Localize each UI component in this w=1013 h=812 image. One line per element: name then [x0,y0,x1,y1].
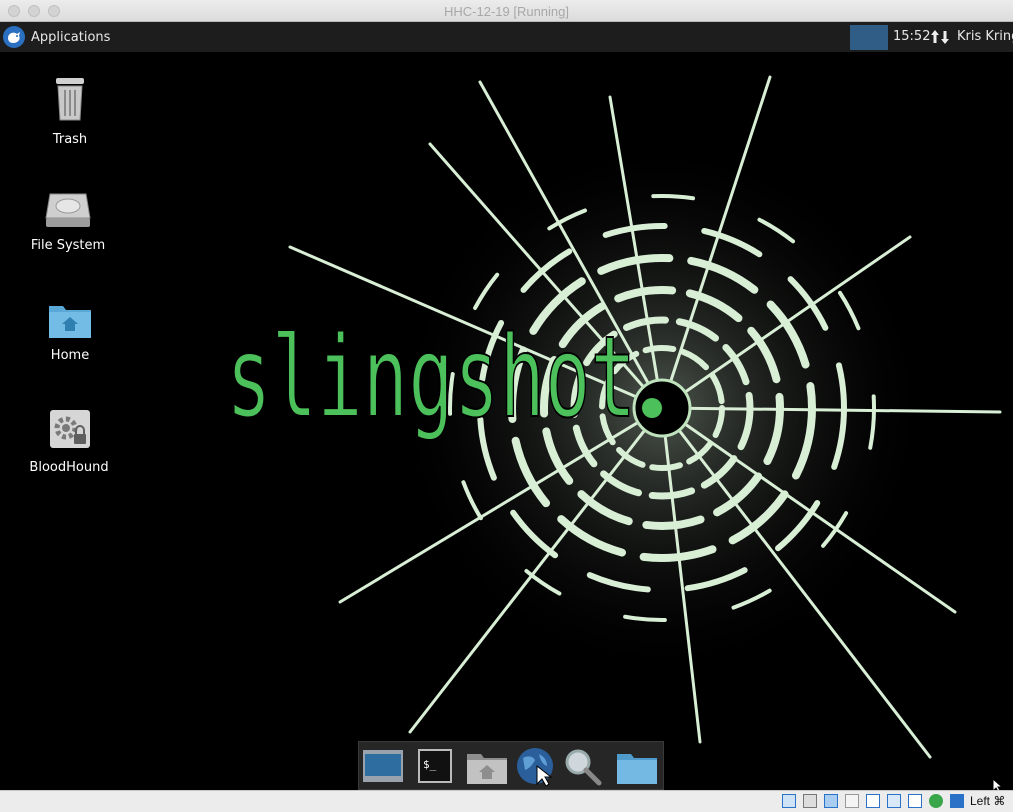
trash-icon [56,78,84,121]
desktop-area[interactable]: slingshot Trash File System Home BloodHo… [0,52,1013,790]
home-folder-icon [49,306,91,338]
network-updown-icon[interactable] [930,27,950,47]
desktop-icon-label: BloodHound [29,460,109,475]
dock-show-desktop[interactable] [361,746,405,786]
desktop-icon-label: Home [50,348,90,363]
window-title: HHC-12-19 [Running] [443,4,569,19]
slingshot-wallpaper: slingshot [225,75,1002,759]
window-titlebar[interactable]: HHC-12-19 [Running] [0,0,1013,22]
magnifier-icon [565,749,602,786]
svg-text:$_: $_ [423,758,437,771]
workspace-switcher[interactable] [850,25,888,50]
xfce-mouse-logo-icon [3,26,25,48]
optical-drive-icon[interactable] [782,794,796,808]
top-panel: Applications 15:52 Kris Kringl [0,22,1013,52]
bloodhound-launcher-icon [50,410,90,448]
storage-icon[interactable] [803,794,817,808]
mouse-pointer-icon [992,778,1004,790]
hard-drive-icon [45,193,91,227]
applications-menu-label: Applications [31,29,111,45]
desktop-icon-trash[interactable]: Trash [25,76,115,147]
dock-terminal[interactable]: $_ [415,746,459,786]
dock-app-finder[interactable] [561,746,605,786]
dock-home-folder[interactable] [465,746,509,786]
user-menu[interactable]: Kris Kringl [957,29,1013,44]
mouse-integration-icon[interactable] [929,794,943,808]
host-key-indicator: Left ⌘ [970,794,1006,808]
show-desktop-icon [363,750,403,782]
network-adapter-icon[interactable] [824,794,838,808]
recording-icon[interactable] [908,794,922,808]
dock-file-manager[interactable] [615,746,659,786]
folder-icon [617,754,657,784]
globe-icon [517,748,553,787]
wallpaper-title: slingshot [226,313,636,443]
desktop-icon-bloodhound[interactable]: BloodHound [24,408,114,475]
display-icon[interactable] [887,794,901,808]
applications-menu-button[interactable]: Applications [3,25,116,49]
keyboard-capture-icon[interactable] [950,794,964,808]
usb-icon[interactable] [845,794,859,808]
desktop-icon-label: File System [30,238,106,253]
shared-folders-icon[interactable] [866,794,880,808]
bottom-dock: $_ [358,741,664,790]
desktop-icon-home[interactable]: Home [25,300,115,363]
desktop-icon-file-system[interactable]: File System [23,190,113,253]
desktop-icon-label: Trash [52,132,88,147]
panel-clock[interactable]: 15:52 [893,29,930,44]
terminal-icon: $_ [418,749,452,783]
vm-statusbar: Left ⌘ [0,790,1013,812]
dock-web-browser[interactable] [513,746,557,787]
home-folder-icon [467,754,507,784]
